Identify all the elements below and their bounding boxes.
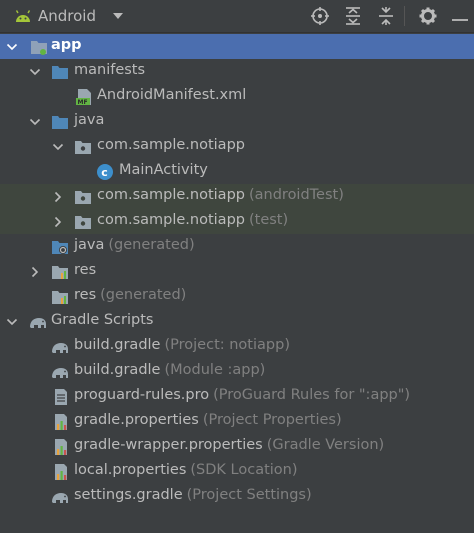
package-icon (75, 141, 91, 154)
chevron-right-icon[interactable] (52, 191, 64, 203)
tree-hint: (Project Settings) (186, 487, 312, 503)
tree-label-java: java (74, 112, 105, 128)
tree-row-package-main[interactable]: com.sample.notiapp (0, 134, 474, 159)
generated-folder-icon (52, 241, 68, 254)
gradle-elephant-icon (52, 343, 68, 353)
tree-label-manifests: manifests (74, 62, 146, 78)
view-mode-title[interactable]: Android (38, 7, 96, 25)
tree-label-package-main: com.sample.notiapp (97, 137, 245, 153)
tree-label-package-test: com.sample.notiapp (test) (97, 212, 289, 228)
tree-label-proguard: proguard-rules.pro (ProGuard Rules for ":… (74, 387, 411, 403)
tree-row-build-gradle-project[interactable]: build.gradle (Project: notiapp) (0, 334, 474, 359)
tree-label-gradle-properties: gradle.properties (Project Properties) (74, 412, 342, 428)
tree-hint: (test) (248, 212, 289, 228)
android-icon (15, 10, 31, 22)
gradle-elephant-icon (52, 493, 68, 503)
tree-hint: (Project: notiapp) (164, 337, 290, 353)
tree-label-android-manifest: AndroidManifest.xml (97, 87, 247, 103)
chevron-down-icon[interactable] (52, 141, 64, 153)
resource-folder-icon (52, 266, 68, 279)
properties-file-icon (55, 414, 67, 430)
svg-text:MF: MF (78, 99, 88, 106)
tree-row-build-gradle-module[interactable]: build.gradle (Module :app) (0, 359, 474, 384)
dropdown-arrow-icon[interactable] (112, 11, 124, 21)
tree-row-gradle-scripts[interactable]: Gradle Scripts (0, 309, 474, 334)
tree-row-gradle-wrapper[interactable]: gradle-wrapper.properties (Gradle Version… (0, 434, 474, 459)
tree-row-java-generated[interactable]: java (generated) (0, 234, 474, 259)
chevron-right-icon[interactable] (29, 266, 41, 278)
tree-row-main-activity[interactable]: c MainActivity (0, 159, 474, 184)
gradle-elephant-icon (30, 318, 46, 328)
tree-hint: (ProGuard Rules for ":app") (213, 387, 411, 403)
package-icon (75, 216, 91, 229)
tree-label-res: res (74, 262, 97, 278)
chevron-right-icon[interactable] (52, 216, 64, 228)
tree-label-java-generated: java (generated) (74, 237, 195, 253)
tree-label-settings-gradle: settings.gradle (Project Settings) (74, 487, 312, 503)
tree-label-res-generated: res (generated) (74, 287, 187, 303)
gear-icon[interactable] (418, 6, 438, 26)
hide-icon[interactable] (450, 6, 470, 26)
properties-file-icon (55, 439, 67, 455)
tree-row-package-test[interactable]: com.sample.notiapp (test) (0, 209, 474, 234)
class-icon: c (97, 164, 113, 180)
folder-icon (52, 66, 68, 79)
source-folder-icon (52, 116, 68, 129)
tree-label-local-properties: local.properties (SDK Location) (74, 462, 298, 478)
tree-label-gradle-scripts: Gradle Scripts (51, 312, 154, 328)
collapse-all-icon[interactable] (376, 6, 396, 26)
toolbar-separator (404, 6, 405, 26)
tree-label-gradle-wrapper: gradle-wrapper.properties (Gradle Version… (74, 437, 385, 453)
tree-label-build-gradle-module: build.gradle (Module :app) (74, 362, 266, 378)
tree-row-java[interactable]: java (0, 109, 474, 134)
tree-row-android-manifest[interactable]: MF AndroidManifest.xml (0, 84, 474, 109)
chevron-down-icon[interactable] (6, 41, 18, 53)
module-folder-icon (31, 41, 47, 55)
svg-text:c: c (101, 166, 108, 179)
tree-hint: (Project Properties) (202, 412, 342, 428)
tree-row-app[interactable]: app (0, 34, 474, 59)
tree-row-manifests[interactable]: manifests (0, 59, 474, 84)
tree-row-gradle-properties[interactable]: gradle.properties (Project Properties) (0, 409, 474, 434)
chevron-down-icon[interactable] (6, 316, 18, 328)
tree-hint: (Gradle Version) (266, 437, 385, 453)
tree-label-package-android-test: com.sample.notiapp (androidTest) (97, 187, 344, 203)
manifest-file-icon: MF (76, 89, 91, 106)
tree-row-local-properties[interactable]: local.properties (SDK Location) (0, 459, 474, 484)
locate-icon[interactable] (310, 6, 330, 26)
tree-row-proguard[interactable]: proguard-rules.pro (ProGuard Rules for ":… (0, 384, 474, 409)
properties-file-icon (55, 464, 67, 480)
resource-folder-icon (52, 291, 68, 304)
tree-hint: (generated) (108, 237, 195, 253)
tree-label-app: app (51, 37, 82, 53)
gradle-elephant-icon (52, 368, 68, 378)
tree-row-res-generated[interactable]: res (generated) (0, 284, 474, 309)
chevron-down-icon[interactable] (29, 66, 41, 78)
package-icon (75, 191, 91, 204)
tree-row-package-android-test[interactable]: com.sample.notiapp (androidTest) (0, 184, 474, 209)
project-toolbar: Android (0, 0, 474, 33)
tree-hint: (androidTest) (248, 187, 344, 203)
text-file-icon (55, 389, 67, 405)
tree-row-settings-gradle[interactable]: settings.gradle (Project Settings) (0, 484, 474, 509)
tree-hint: (generated) (100, 287, 187, 303)
tree-hint: (Module :app) (164, 362, 266, 378)
tree-label-main-activity: MainActivity (119, 162, 208, 178)
chevron-down-icon[interactable] (29, 116, 41, 128)
expand-all-icon[interactable] (343, 6, 363, 26)
tree-row-res[interactable]: res (0, 259, 474, 284)
tree-label-build-gradle-project: build.gradle (Project: notiapp) (74, 337, 290, 353)
tree-hint: (SDK Location) (190, 462, 298, 478)
